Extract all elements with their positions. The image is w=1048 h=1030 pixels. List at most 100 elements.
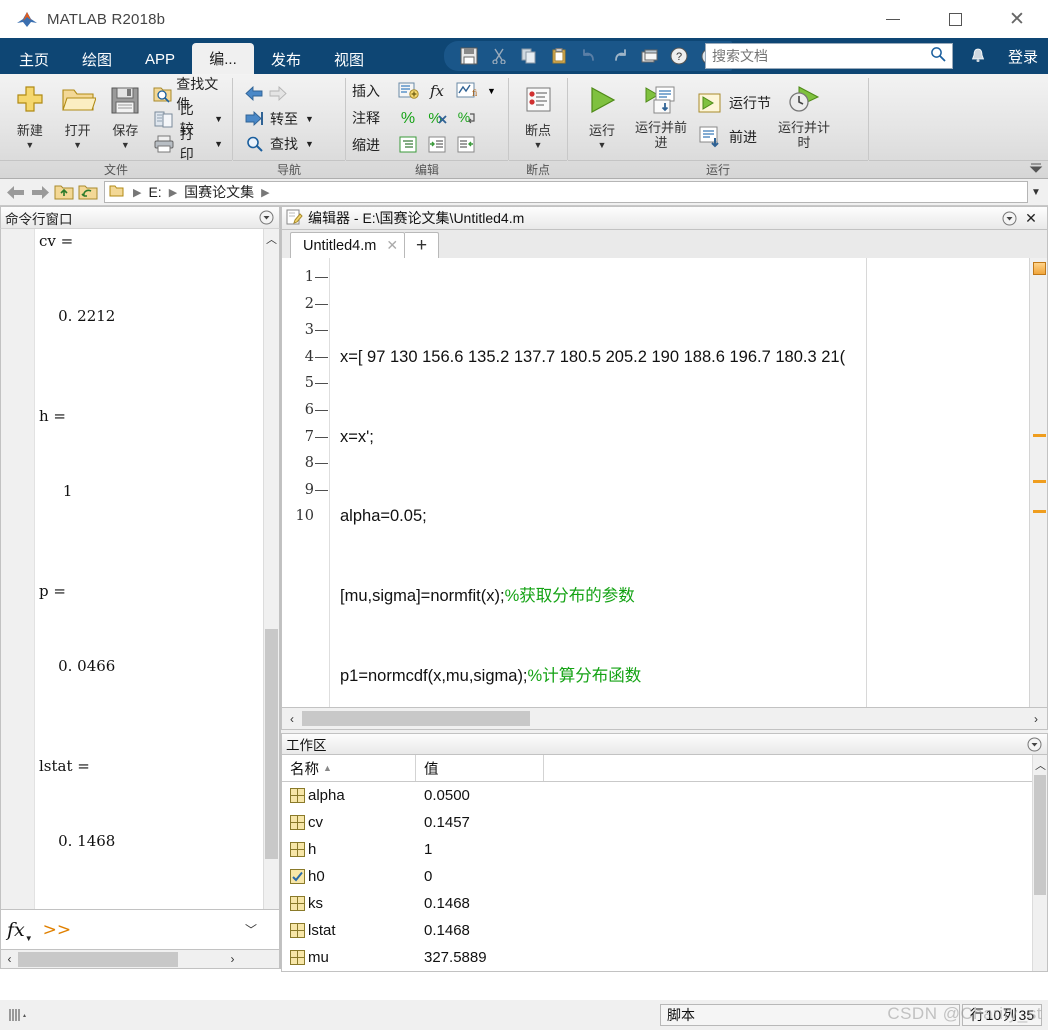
run-time-button[interactable]: 运行并计时	[774, 78, 834, 150]
breakpoint-dash[interactable]: —	[314, 317, 329, 344]
paste-icon[interactable]	[547, 44, 571, 68]
breakpoint-dash[interactable]: —	[314, 264, 329, 291]
table-row[interactable]: ks 0.1468	[282, 890, 1032, 917]
chevron-down-icon[interactable]: ▼	[534, 140, 543, 150]
uncomment-icon[interactable]: %	[423, 106, 452, 130]
table-row[interactable]: lstat 0.1468	[282, 917, 1032, 944]
up-folder-icon[interactable]	[52, 181, 76, 203]
insert-section-icon[interactable]	[394, 79, 423, 103]
breakpoint-dash[interactable]: —	[314, 397, 329, 424]
back-arrow-icon[interactable]	[4, 181, 28, 203]
editor-file-tab[interactable]: Untitled4.m ✕	[290, 232, 406, 258]
copy-icon[interactable]	[517, 44, 541, 68]
breakpoint-dash[interactable]: —	[314, 450, 329, 477]
close-button[interactable]: ✕	[986, 0, 1048, 38]
scroll-up-icon[interactable]: ︿	[266, 231, 277, 247]
tab-home[interactable]: 主页	[3, 44, 65, 74]
scroll-thumb[interactable]	[265, 629, 278, 859]
search-docs-field[interactable]	[705, 43, 953, 69]
indent-left-icon[interactable]	[452, 133, 481, 157]
table-row[interactable]: h0 0	[282, 863, 1032, 890]
scroll-up-icon[interactable]: ︿	[1035, 757, 1046, 773]
login-link[interactable]: 登录	[1008, 46, 1038, 67]
warning-mark[interactable]	[1033, 510, 1046, 513]
table-row[interactable]: cv 0.1457	[282, 809, 1032, 836]
breakpoint-dash[interactable]: —	[314, 344, 329, 371]
comment-row[interactable]: 注释 % % %	[352, 104, 481, 131]
notification-bell-icon[interactable]	[970, 47, 986, 70]
column-header-blank[interactable]	[544, 755, 1032, 781]
panel-grip-icon[interactable]	[8, 1005, 30, 1025]
wrap-comment-icon[interactable]: %	[452, 106, 481, 130]
breakpoint-gutter[interactable]: — — — — — — — — —	[314, 258, 330, 707]
advance-button[interactable]: 前进	[692, 120, 774, 154]
chevron-down-icon[interactable]: ▼	[305, 139, 314, 149]
scroll-left-icon[interactable]: ‹	[1, 952, 18, 966]
chevron-down-icon[interactable]: ▼	[487, 86, 496, 96]
smart-indent-icon[interactable]	[394, 133, 423, 157]
tab-view[interactable]: 视图	[318, 44, 380, 74]
save-icon[interactable]	[457, 44, 481, 68]
switch-window-icon[interactable]	[637, 44, 661, 68]
collapse-ribbon-icon[interactable]	[1029, 162, 1043, 177]
breakpoint-dash[interactable]: —	[314, 477, 329, 504]
print-button[interactable]: 打印 ▼	[149, 126, 226, 162]
scroll-thumb[interactable]	[1034, 775, 1046, 895]
workspace-scrollbar[interactable]: ︿	[1032, 755, 1047, 971]
fx-icon[interactable]: fx	[7, 919, 25, 941]
save-button[interactable]: 保存 ▼	[102, 78, 150, 150]
maximize-button[interactable]	[924, 0, 986, 38]
workspace-table[interactable]: 名称 ▲ 值 alpha 0.0500 cv 0.1457 h 1 h0 0 k…	[281, 755, 1048, 972]
open-button[interactable]: 打开 ▼	[54, 78, 102, 150]
indent-row[interactable]: 缩进	[352, 131, 481, 158]
editor-hscrollbar[interactable]: ‹ ›	[281, 708, 1048, 730]
chevron-down-icon[interactable]: ▼	[121, 140, 130, 150]
chevron-down-icon[interactable]: ▼	[25, 140, 34, 150]
hscroll-thumb[interactable]	[302, 711, 530, 726]
forward-arrow-icon[interactable]	[28, 181, 52, 203]
insert-row[interactable]: 插入 fx fi ▼	[352, 77, 496, 104]
column-header-name[interactable]: 名称 ▲	[282, 755, 416, 781]
breadcrumb[interactable]: ▶ E: ▶ 国赛论文集 ▶	[104, 181, 1028, 203]
breakpoint-dash[interactable]: —	[314, 291, 329, 318]
scroll-left-icon[interactable]: ‹	[282, 712, 302, 726]
chevron-down-icon[interactable]: ▼	[214, 139, 223, 149]
code-editor-area[interactable]: 1 2 3 4 5 6 7 8 9 10 — — — — — — — — — x…	[281, 258, 1048, 708]
help-icon[interactable]: ?	[667, 44, 691, 68]
warning-summary-icon[interactable]	[1033, 262, 1046, 275]
column-header-value[interactable]: 值	[416, 755, 544, 781]
hscroll-thumb[interactable]	[18, 951, 178, 967]
command-window-hscrollbar[interactable]: ‹ ›	[0, 950, 280, 969]
tab-apps[interactable]: APP	[129, 44, 191, 74]
chevron-down-icon[interactable]: ▼	[25, 934, 33, 943]
command-prompt-row[interactable]: fx ▼ >> ﹀	[0, 910, 280, 950]
scroll-down-icon[interactable]: ﹀	[245, 921, 257, 938]
undo-icon[interactable]	[577, 44, 601, 68]
tab-publish[interactable]: 发布	[255, 44, 317, 74]
insert-function-icon[interactable]: fx	[423, 79, 452, 103]
breadcrumb-item-folder[interactable]: 国赛论文集	[184, 182, 254, 202]
nav-back-forward[interactable]	[239, 81, 317, 106]
chevron-down-icon[interactable]: ▼	[305, 114, 314, 124]
breadcrumb-item-drive[interactable]: E:	[148, 184, 161, 200]
chevron-down-icon[interactable]: ▼	[214, 114, 223, 124]
editor-close-icon[interactable]: ✕	[1022, 209, 1040, 227]
forward-arrow-icon[interactable]	[266, 85, 290, 102]
code-text[interactable]: x=[ 97 130 156.6 135.2 137.7 180.5 205.2…	[330, 258, 1029, 707]
chevron-down-icon[interactable]: ▼	[598, 140, 607, 150]
run-section-button[interactable]: 运行节	[692, 86, 774, 120]
redo-icon[interactable]	[607, 44, 631, 68]
minimize-button[interactable]	[862, 0, 924, 38]
tab-editor[interactable]: 编...	[192, 43, 254, 74]
table-row[interactable]: h 1	[282, 836, 1032, 863]
breakpoints-button[interactable]: 断点 ▼	[515, 78, 561, 150]
scroll-right-icon[interactable]: ›	[1025, 712, 1047, 726]
warning-mark[interactable]	[1033, 480, 1046, 483]
cut-icon[interactable]	[487, 44, 511, 68]
run-advance-button[interactable]: 运行并前进	[630, 78, 692, 150]
table-row[interactable]: mu 327.5889	[282, 944, 1032, 971]
chevron-down-icon[interactable]: ▼	[73, 140, 82, 150]
command-window-options-icon[interactable]	[257, 209, 275, 227]
path-dropdown-icon[interactable]: ▼	[1028, 187, 1044, 198]
warning-gutter[interactable]	[1029, 258, 1047, 707]
